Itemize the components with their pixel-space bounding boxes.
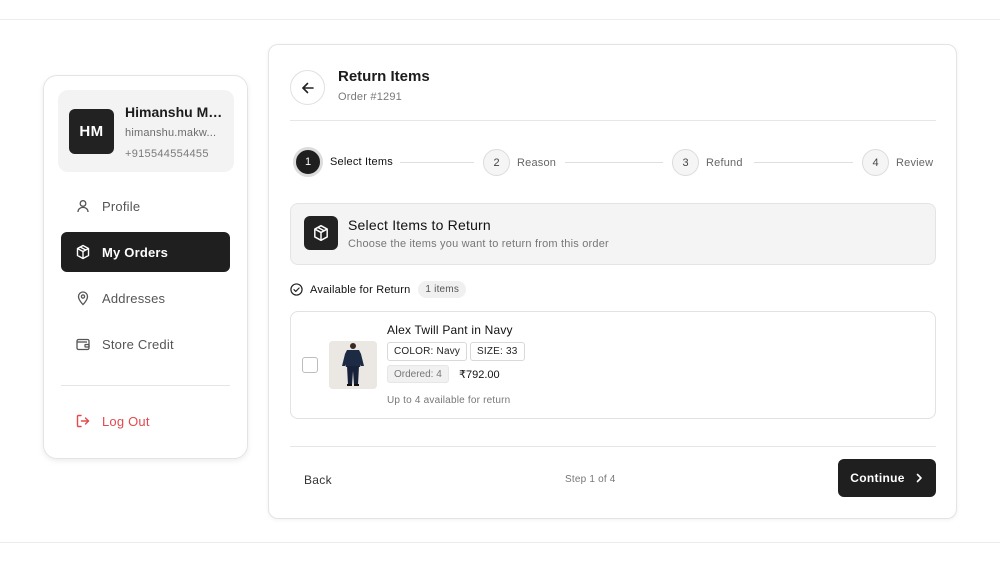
page-title: Return Items <box>338 68 430 85</box>
step-label: Select Items <box>330 156 393 168</box>
avatar: HM <box>69 109 114 154</box>
step-label: Reason <box>517 156 557 169</box>
user-name: Himanshu Ma... <box>125 104 227 120</box>
logout-label: Log Out <box>102 413 150 429</box>
continue-button[interactable]: Continue <box>838 459 936 497</box>
step-label: Review <box>896 156 934 169</box>
color-tag: COLOR: Navy <box>387 342 468 361</box>
user-icon <box>75 198 91 214</box>
step-connector <box>754 162 853 163</box>
sidebar-item-label: Store Credit <box>102 336 174 352</box>
step-number: 2 <box>483 149 510 176</box>
section-header: Select Items to Return Choose the items … <box>290 203 936 265</box>
available-header: Available for Return 1 items <box>290 281 467 298</box>
step-reason: 2 Reason <box>483 149 556 176</box>
continue-label: Continue <box>850 471 905 485</box>
user-phone: +915544554455 <box>125 148 209 160</box>
header-divider <box>290 120 936 121</box>
section-subtitle: Choose the items you want to return from… <box>348 238 609 250</box>
sidebar-item-profile[interactable]: Profile <box>61 186 230 226</box>
step-connector <box>400 162 474 163</box>
product-thumbnail <box>329 341 377 389</box>
arrow-left-icon <box>301 82 314 93</box>
item-count-badge: 1 items <box>418 281 467 298</box>
ordered-quantity: Ordered: 4 <box>387 365 449 383</box>
step-number: 1 <box>293 147 323 177</box>
wallet-icon <box>75 336 91 352</box>
top-divider <box>0 19 1000 20</box>
sidebar-item-addresses[interactable]: Addresses <box>61 278 230 318</box>
sidebar-item-my-orders[interactable]: My Orders <box>61 232 230 272</box>
logout-button[interactable]: Log Out <box>61 401 230 441</box>
step-review: 4 Review <box>862 149 933 176</box>
available-label: Available for Return <box>310 283 411 296</box>
back-button[interactable]: Back <box>304 473 332 487</box>
user-card: HM Himanshu Ma... himanshu.makw... +9155… <box>58 90 234 172</box>
item-select-checkbox[interactable] <box>302 357 318 373</box>
bottom-divider <box>0 542 1000 543</box>
size-tag: SIZE: 33 <box>470 342 525 361</box>
sidebar-item-label: Addresses <box>102 290 166 306</box>
availability-note: Up to 4 available for return <box>387 395 511 406</box>
account-sidebar: HM Himanshu Ma... himanshu.makw... +9155… <box>43 75 248 459</box>
return-item-card[interactable]: Alex Twill Pant in Navy COLOR: Navy SIZE… <box>290 311 936 419</box>
package-icon <box>75 244 91 260</box>
user-email: himanshu.makw... <box>125 127 217 139</box>
step-select-items: 1 Select Items <box>293 147 393 177</box>
check-circle-icon <box>290 283 303 296</box>
sidebar-item-label: Profile <box>102 198 141 214</box>
map-pin-icon <box>75 290 91 306</box>
chevron-right-icon <box>914 473 924 483</box>
step-number: 4 <box>862 149 889 176</box>
step-indicator: Step 1 of 4 <box>565 474 616 485</box>
sidebar-item-label: My Orders <box>102 244 169 260</box>
section-title: Select Items to Return <box>348 217 491 233</box>
logout-icon <box>75 413 91 429</box>
back-arrow-button[interactable] <box>290 70 325 105</box>
step-connector <box>565 162 663 163</box>
order-number: Order #1291 <box>338 91 402 103</box>
sidebar-divider <box>61 385 230 386</box>
package-icon <box>304 216 338 250</box>
step-number: 3 <box>672 149 699 176</box>
return-items-panel: Return Items Order #1291 1 Select Items … <box>268 44 957 519</box>
step-refund: 3 Refund <box>672 149 743 176</box>
product-name: Alex Twill Pant in Navy <box>387 323 513 337</box>
product-price: ₹792.00 <box>459 369 500 381</box>
footer-divider <box>290 446 936 447</box>
product-image <box>329 341 377 389</box>
step-label: Refund <box>706 156 743 169</box>
sidebar-item-store-credit[interactable]: Store Credit <box>61 324 230 364</box>
